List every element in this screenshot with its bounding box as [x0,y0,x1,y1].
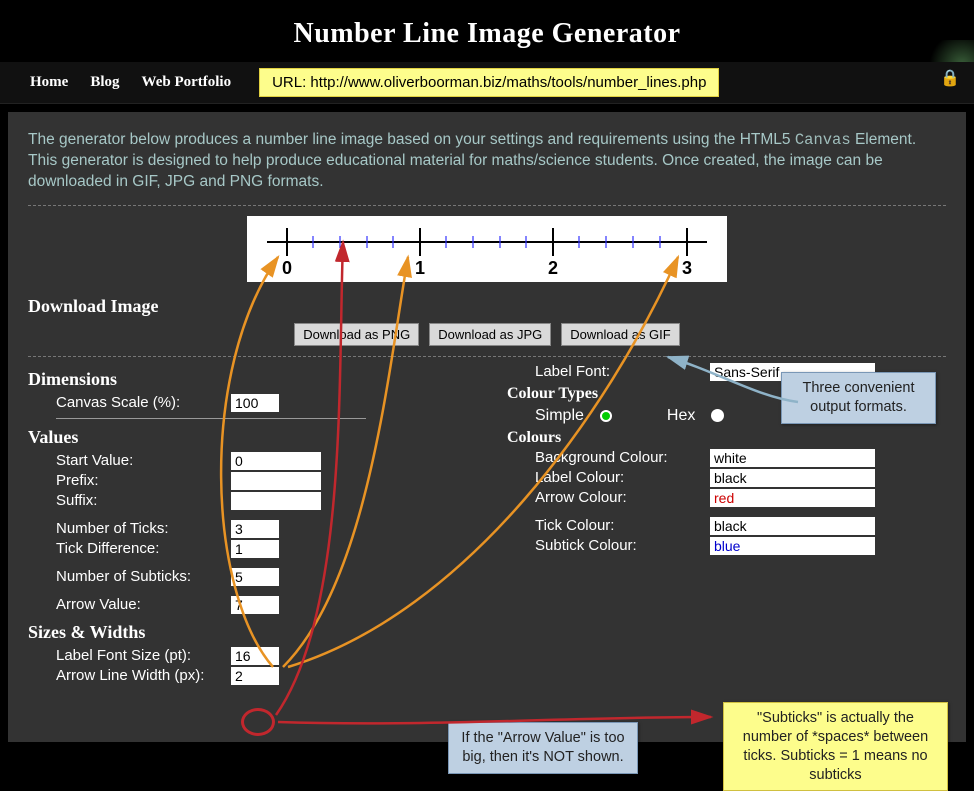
annotation-formats: Three convenient output formats. [781,372,936,424]
input-num-ticks[interactable] [231,520,279,538]
intro-canvas-word: Canvas [795,131,851,149]
nav-portfolio[interactable]: Web Portfolio [142,74,232,91]
divider [56,418,366,419]
label-canvas-scale: Canvas Scale (%): [56,394,231,411]
annotation-arrow-value: If the "Arrow Value" is too big, then it… [448,722,638,774]
label-tick-colour: Tick Colour: [535,517,710,534]
label-bg-colour: Background Colour: [535,449,710,466]
input-suffix[interactable] [231,492,321,510]
nav-blog[interactable]: Blog [90,74,119,91]
radio-hex[interactable] [711,409,724,422]
label-label-colour: Label Colour: [535,469,710,486]
label-num-subticks: Number of Subticks: [56,568,231,585]
nav-home[interactable]: Home [30,74,68,91]
label-prefix: Prefix: [56,472,231,489]
label-arrow-colour: Arrow Colour: [535,489,710,506]
download-jpg-button[interactable]: Download as JPG [429,323,551,346]
section-dimensions: Dimensions [28,369,467,390]
label-tick-diff: Tick Difference: [56,540,231,557]
divider [28,356,946,357]
tick-label-1: 1 [415,258,425,278]
input-prefix[interactable] [231,472,321,490]
label-font-size: Label Font Size (pt): [56,647,231,664]
label-font: Label Font: [535,363,710,380]
input-start-value[interactable] [231,452,321,470]
input-tick-colour[interactable] [710,517,875,535]
download-png-button[interactable]: Download as PNG [294,323,419,346]
highlight-circle-icon [241,708,275,736]
input-arrow-value[interactable] [231,596,279,614]
section-download: Download Image [28,296,946,317]
tick-label-3: 3 [682,258,692,278]
input-bg-colour[interactable] [710,449,875,467]
label-start-value: Start Value: [56,452,231,469]
tick-label-0: 0 [282,258,292,278]
download-buttons: Download as PNG Download as JPG Download… [28,323,946,346]
label-arrow-line-width: Arrow Line Width (px): [56,667,231,684]
tick-label-2: 2 [548,258,558,278]
label-suffix: Suffix: [56,492,231,509]
page-title: Number Line Image Generator [0,0,974,62]
input-subtick-colour[interactable] [710,537,875,555]
input-num-subticks[interactable] [231,568,279,586]
section-colours: Colours [507,429,946,447]
label-num-ticks: Number of Ticks: [56,520,231,537]
col-left: Dimensions Canvas Scale (%): Values Star… [28,361,467,687]
input-arrow-line-width[interactable] [231,667,279,685]
radio-simple[interactable] [600,410,612,422]
section-sizes: Sizes & Widths [28,622,467,643]
download-gif-button[interactable]: Download as GIF [561,323,679,346]
annotation-subticks: "Subticks" is actually the number of *sp… [723,702,948,791]
label-subtick-colour: Subtick Colour: [535,537,710,554]
label-hex: Hex [667,407,695,425]
section-values: Values [28,427,467,448]
intro-part1: The generator below produces a number li… [28,131,791,148]
nav-bar: Home Blog Web Portfolio URL: http://www.… [0,62,974,104]
url-callout: URL: http://www.oliverboorman.biz/maths/… [259,68,719,97]
numberline-preview: 0 1 2 3 [28,216,946,282]
label-simple: Simple [535,407,584,425]
input-tick-diff[interactable] [231,540,279,558]
input-canvas-scale[interactable] [231,394,279,412]
input-arrow-colour[interactable] [710,489,875,507]
input-font-size[interactable] [231,647,279,665]
input-label-colour[interactable] [710,469,875,487]
lock-icon[interactable]: 🔒 [940,68,960,88]
intro-text: The generator below produces a number li… [28,130,946,193]
divider [28,205,946,206]
content-panel: The generator below produces a number li… [8,112,966,742]
numberline-canvas: 0 1 2 3 [247,216,727,282]
label-arrow-value: Arrow Value: [56,596,231,613]
